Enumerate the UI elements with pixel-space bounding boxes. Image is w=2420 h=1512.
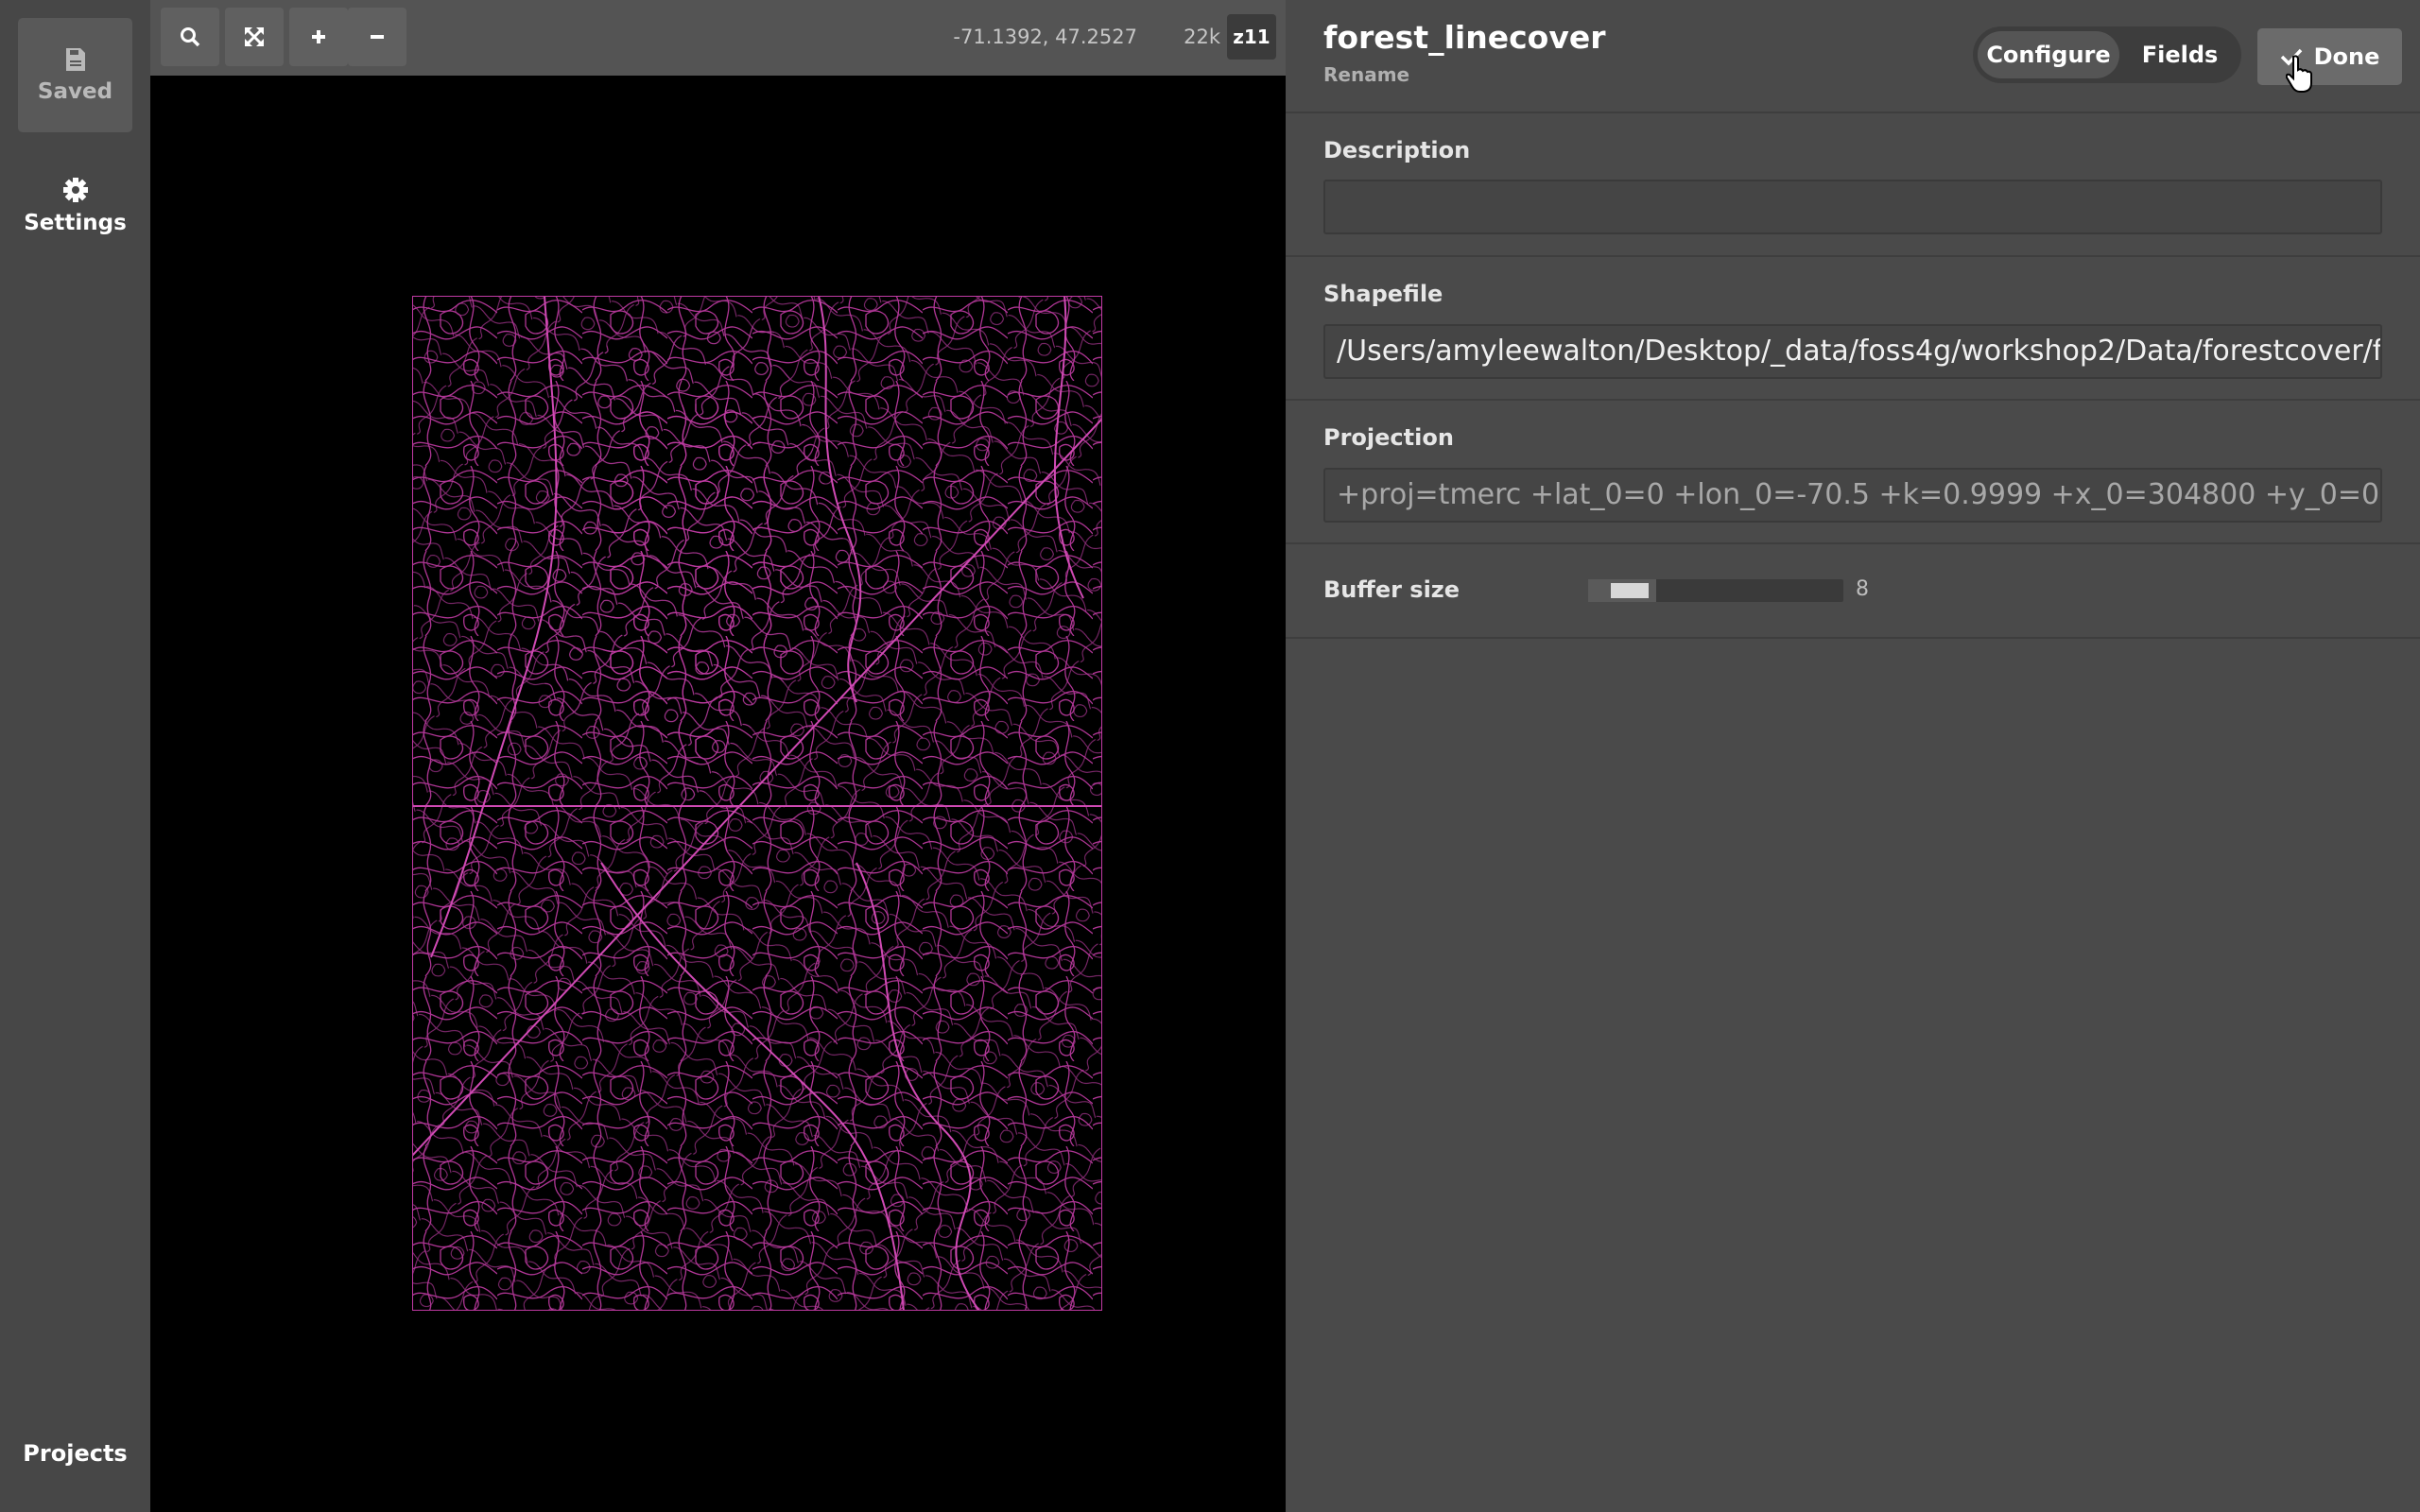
buffer-size-slider[interactable] — [1588, 579, 1843, 602]
divider — [1286, 637, 2420, 639]
saved-button[interactable]: Saved — [18, 18, 132, 132]
tab-fields[interactable]: Fields — [2124, 31, 2236, 78]
layer-title: forest_linecover — [1323, 19, 1606, 56]
zoom-in-button[interactable] — [289, 8, 348, 66]
feature-count: 22k — [1184, 26, 1220, 48]
divider — [1286, 255, 2420, 257]
save-icon — [65, 47, 85, 71]
shapefile-input[interactable]: /Users/amyleewalton/Desktop/_data/foss4g… — [1323, 324, 2382, 379]
saved-label: Saved — [37, 78, 113, 104]
coordinates-readout: -71.1392, 47.2527 — [953, 26, 1137, 48]
projects-button[interactable]: Projects — [18, 1429, 132, 1478]
zoom-out-icon — [371, 35, 384, 39]
zoom-in-icon — [312, 30, 325, 43]
rename-link[interactable]: Rename — [1323, 63, 1409, 86]
search-icon — [181, 27, 200, 47]
settings-label: Settings — [24, 211, 127, 235]
layer-panel: forest_linecover Rename Configure Fields… — [1286, 0, 2420, 1512]
buffer-size-value: 8 — [1856, 577, 1869, 601]
fit-extent-icon — [245, 27, 264, 46]
zoom-out-button[interactable] — [348, 8, 406, 66]
panel-tabs: Configure Fields — [1973, 26, 2241, 83]
done-button[interactable]: Done — [2257, 28, 2402, 85]
divider — [1286, 542, 2420, 544]
buffer-size-label: Buffer size — [1323, 576, 1461, 603]
tab-configure[interactable]: Configure — [1978, 31, 2119, 78]
done-label: Done — [2313, 43, 2380, 70]
fit-extent-button[interactable] — [225, 8, 284, 66]
pointer-cursor-icon — [2286, 55, 2312, 93]
projects-label: Projects — [23, 1440, 128, 1467]
divider — [1286, 112, 2420, 113]
map-toolbar: -71.1392, 47.2527 22k z11 — [150, 0, 1286, 76]
map-view[interactable]: -71.1392, 47.2527 22k z11 — [150, 0, 1286, 1512]
projection-label: Projection — [1323, 424, 1454, 451]
zoom-level-badge: z11 — [1227, 14, 1276, 60]
projection-input[interactable]: +proj=tmerc +lat_0=0 +lon_0=-70.5 +k=0.9… — [1323, 468, 2382, 523]
map-render[interactable] — [411, 295, 1103, 1312]
gear-icon — [62, 178, 88, 202]
shapefile-label: Shapefile — [1323, 281, 1443, 307]
search-button[interactable] — [161, 8, 219, 66]
sidebar: Saved Settings Projects — [0, 0, 150, 1512]
description-input[interactable] — [1323, 180, 2382, 234]
forest-lines-render — [411, 295, 1103, 1312]
divider — [1286, 399, 2420, 401]
buffer-slider-handle[interactable] — [1611, 583, 1649, 598]
settings-button[interactable]: Settings — [18, 168, 132, 244]
description-label: Description — [1323, 137, 1471, 163]
